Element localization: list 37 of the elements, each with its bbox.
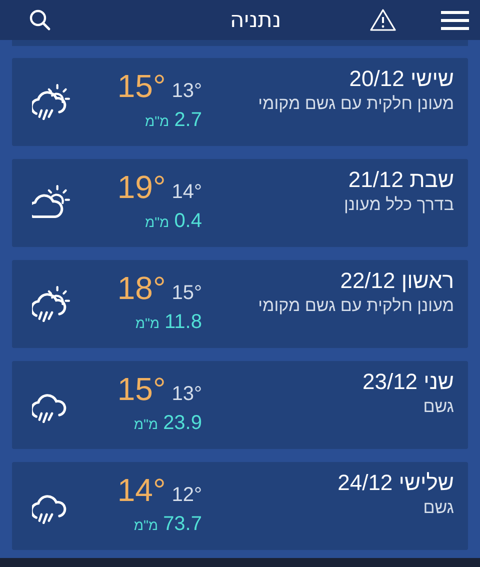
precipitation-amount: 73.7: [163, 513, 202, 536]
day-date: שלישי 24/12: [336, 470, 454, 496]
weather-description: מעונן חלקית עם גשם מקומי: [257, 296, 454, 316]
precipitation-amount: 11.8: [164, 311, 202, 334]
high-temperature: 19°: [117, 169, 166, 206]
high-temperature: 14°: [117, 472, 166, 509]
precipitation-unit: מ"מ: [134, 416, 158, 432]
low-temperature: 13°: [172, 80, 202, 103]
low-temperature: 12°: [172, 484, 202, 507]
precipitation-unit: מ"מ: [144, 113, 170, 129]
high-temperature: 15°: [117, 371, 166, 408]
weather-description: בדרך כלל מעונן: [343, 195, 454, 215]
sun-cloud-icon: [32, 185, 70, 221]
warning-icon[interactable]: [369, 8, 397, 32]
precipitation-amount: 23.9: [163, 412, 202, 435]
day-date: שבת 21/12: [347, 167, 454, 193]
precipitation-unit: מ"מ: [135, 315, 160, 331]
city-title: נתניה: [228, 8, 282, 32]
menu-icon[interactable]: [441, 9, 469, 31]
weather-description: מעונן חלקית עם גשם מקומי: [257, 94, 454, 114]
rain-sun-cloud-icon: [32, 84, 70, 120]
high-temperature: 15°: [117, 68, 166, 105]
rain-sun-cloud-icon: [32, 286, 70, 322]
day-date: ראשון 22/12: [339, 268, 454, 294]
weather-description: גשם: [422, 498, 454, 518]
weather-description: גשם: [422, 397, 454, 417]
low-temperature: 15°: [172, 282, 202, 305]
precipitation-unit: מ"מ: [144, 214, 170, 230]
low-temperature: 13°: [172, 383, 202, 406]
low-temperature: 14°: [172, 181, 202, 204]
day-date: שישי 20/12: [348, 66, 454, 92]
precipitation-unit: מ"מ: [134, 517, 158, 533]
precipitation-amount: 0.4: [174, 210, 202, 233]
precipitation-amount: 2.7: [174, 109, 202, 132]
day-date: שני 23/12: [361, 369, 454, 395]
search-icon[interactable]: [28, 8, 52, 32]
high-temperature: 18°: [117, 270, 166, 307]
